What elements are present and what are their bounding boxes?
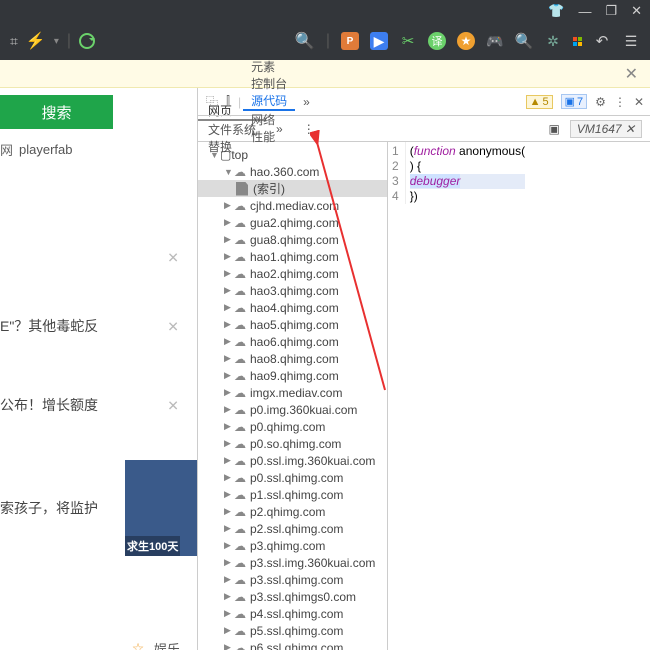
code-tab[interactable]: VM1647 ✕ [570, 120, 642, 138]
screenshot-icon[interactable]: ✂ [399, 32, 417, 50]
shirt-icon[interactable]: 👕 [548, 3, 564, 19]
minimize-button[interactable]: — [578, 4, 591, 19]
video-icon[interactable]: ▶ [370, 32, 388, 50]
devtab-3[interactable]: 网络 [243, 111, 295, 128]
devtab-0[interactable]: 元素 [243, 58, 295, 75]
category-item[interactable]: ☆娱乐 [0, 633, 197, 650]
maximize-button[interactable]: ❐ [605, 3, 617, 19]
undo-icon[interactable]: ↶ [593, 32, 611, 50]
search-button[interactable]: 搜索 [0, 95, 113, 129]
titlebar: 👕 — ❐ ✕ [0, 0, 650, 22]
more-icon[interactable]: ⋮ [614, 95, 626, 109]
tree-item[interactable]: ▶☁hao4.qhimg.com [198, 299, 387, 316]
tree-item[interactable]: ▶☁hao8.qhimg.com [198, 350, 387, 367]
devtab-4[interactable]: 性能 [243, 128, 295, 145]
device-toggle-icon[interactable]: ⫿ [220, 94, 236, 109]
article-item[interactable]: ✕ [0, 252, 197, 264]
close-icon[interactable]: ✕ [167, 248, 179, 269]
notice-close-button[interactable]: ✕ [625, 64, 638, 84]
tree-item[interactable]: ▶☁p3.ssl.img.360kuai.com [198, 554, 387, 571]
devtools-tabs: ⿻ ⫿ | 元素控制台源代码网络性能 » ▲ 5 ▣ 7 ⚙ ⋮ ✕ [198, 88, 650, 116]
tree-item[interactable]: ▶☁p2.qhimg.com [198, 503, 387, 520]
tabs-overflow[interactable]: » [295, 88, 318, 115]
tree-item[interactable]: ▶☁p0.qhimg.com [198, 418, 387, 435]
tree-top[interactable]: ▼▢ top [198, 146, 387, 163]
browser-toolbar: ⌗ ⚡ ▾ | 🔍 | P ▶ ✂ 译 ★ 🎮 🔍 ✲ ↶ ☰ [0, 22, 650, 60]
tree-item[interactable]: ▶☁hao5.qhimg.com [198, 316, 387, 333]
tree-item[interactable]: ▶☁p1.ssl.qhimg.com [198, 486, 387, 503]
tree-item[interactable]: ▶☁hao3.qhimg.com [198, 282, 387, 299]
tree-item[interactable]: ▶☁p3.ssl.qhimg.com [198, 571, 387, 588]
pdf-icon[interactable]: P [341, 32, 359, 50]
refresh-icon[interactable] [79, 33, 95, 49]
devtab-1[interactable]: 控制台 [243, 75, 295, 92]
tree-item[interactable]: ▶☁hao6.qhimg.com [198, 333, 387, 350]
tree-item[interactable]: ▶☁p0.ssl.qhimg.com [198, 469, 387, 486]
info-badge[interactable]: ▣ 7 [561, 94, 588, 109]
tree-host[interactable]: ▼☁hao.360.com [198, 163, 387, 180]
tree-item[interactable]: ▶☁gua8.qhimg.com [198, 231, 387, 248]
tree-item[interactable]: ▶☁p0.so.qhimg.com [198, 435, 387, 452]
apps-grid-icon[interactable] [573, 37, 582, 46]
favorite-icon[interactable]: ★ [457, 32, 475, 50]
devtools-close-button[interactable]: ✕ [634, 95, 644, 109]
gamepad-icon[interactable]: 🎮 [486, 32, 504, 50]
tree-item[interactable]: ▶☁cjhd.mediav.com [198, 197, 387, 214]
code-icon[interactable]: ▣ [539, 116, 570, 141]
search-icon[interactable]: 🔍 [295, 31, 315, 51]
warnings-badge[interactable]: ▲ 5 [526, 95, 553, 109]
menu-icon[interactable]: ☰ [622, 32, 640, 50]
tree-item[interactable]: ▶☁p2.ssl.qhimg.com [198, 520, 387, 537]
search-input[interactable]: playerfab [19, 142, 72, 157]
close-icon[interactable]: ✕ [167, 316, 179, 337]
notice-bar: ✕ [0, 60, 650, 88]
tree-item[interactable]: ▶☁p0.img.360kuai.com [198, 401, 387, 418]
search2-icon[interactable]: 🔍 [515, 32, 533, 50]
tree-item[interactable]: ▶☁imgx.mediav.com [198, 384, 387, 401]
tree-item[interactable]: ▶☁p3.ssl.qhimgs0.com [198, 588, 387, 605]
extension-icon[interactable]: ✲ [544, 32, 562, 50]
more-icon[interactable]: ⋮ [293, 116, 325, 141]
caret-down-icon[interactable]: ▾ [54, 36, 59, 47]
tree-item[interactable]: ▶☁p6.ssl.qhimg.com [198, 639, 387, 650]
tree-index[interactable]: (索引) [198, 180, 387, 197]
code-pane: 1234 (function anonymous( ) { debugger }… [388, 142, 650, 650]
page-content: 搜索 网 playerfab ✕ E"？其他毒蛇反✕ 公布！增长额度✕ 索孩子，… [0, 88, 197, 650]
close-icon[interactable]: ✕ [625, 122, 635, 136]
tree-item[interactable]: ▶☁hao9.qhimg.com [198, 367, 387, 384]
close-icon[interactable]: ✕ [167, 395, 179, 416]
code-lines[interactable]: (function anonymous( ) { debugger }) [406, 142, 525, 204]
close-window-button[interactable]: ✕ [631, 3, 642, 19]
gear-icon[interactable]: ⚙ [595, 95, 606, 109]
devtab-2[interactable]: 源代码 [243, 92, 295, 111]
label-site: 网 [0, 140, 13, 159]
tree-item[interactable]: ▶☁p3.qhimg.com [198, 537, 387, 554]
translate-icon[interactable]: 译 [428, 32, 446, 50]
tree-item[interactable]: ▶☁gua2.qhimg.com [198, 214, 387, 231]
tree-item[interactable]: ▶☁p4.ssl.qhimg.com [198, 605, 387, 622]
gutter: 1234 [388, 142, 406, 204]
tree-item[interactable]: ▶☁hao1.qhimg.com [198, 248, 387, 265]
devtools-panel: ⿻ ⫿ | 元素控制台源代码网络性能 » ▲ 5 ▣ 7 ⚙ ⋮ ✕ 网页文件系… [197, 88, 650, 650]
tree-item[interactable]: ▶☁hao2.qhimg.com [198, 265, 387, 282]
article-item[interactable]: E"？其他毒蛇反✕ [0, 310, 197, 343]
tree-item[interactable]: ▶☁p5.ssl.qhimg.com [198, 622, 387, 639]
element-picker-icon[interactable]: ⿻ [204, 93, 220, 110]
file-tree[interactable]: ▼▢ top ▼☁hao.360.com (索引) ▶☁cjhd.mediav.… [198, 142, 388, 650]
thumbnail[interactable]: 求生100天 [125, 460, 197, 556]
qrcode-icon[interactable]: ⌗ [10, 33, 18, 50]
article-item[interactable]: 公布！增长额度✕ [0, 389, 197, 422]
flash-icon[interactable]: ⚡ [26, 31, 46, 51]
tree-item[interactable]: ▶☁p0.ssl.img.360kuai.com [198, 452, 387, 469]
